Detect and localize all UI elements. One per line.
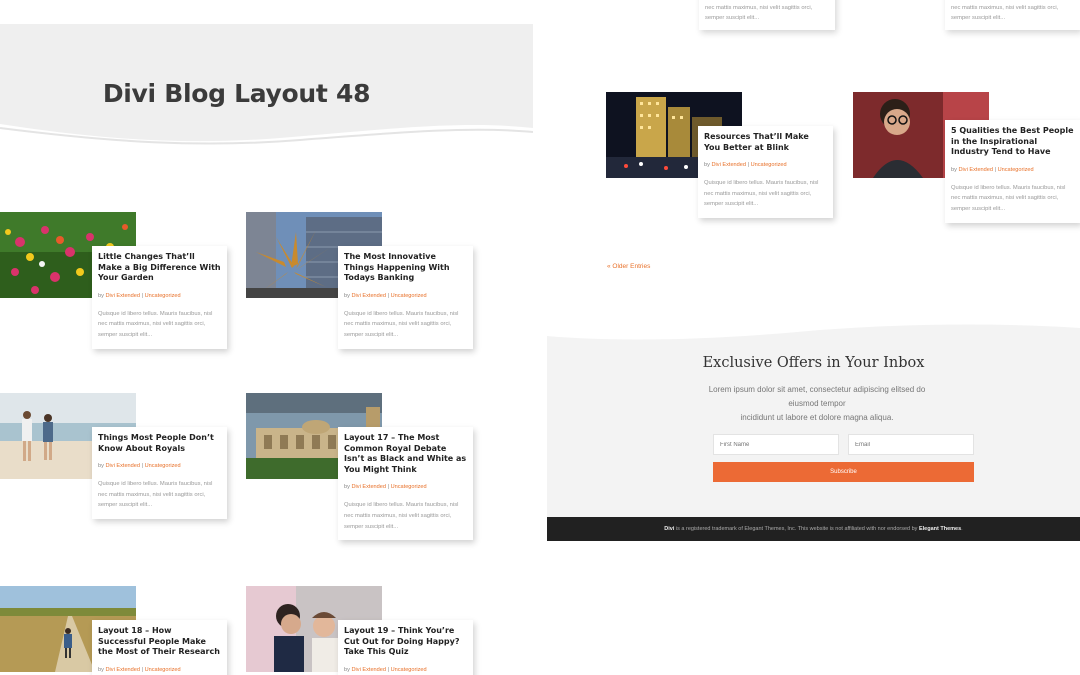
post-meta: by Divi Extended | Uncategorized	[344, 484, 427, 491]
post-category[interactable]: Uncategorized	[145, 463, 181, 469]
post-category[interactable]: Uncategorized	[998, 167, 1034, 173]
post-author[interactable]: Divi Extended	[351, 293, 386, 299]
post-excerpt: Quisque id libero tellus. Mauris faucibu…	[699, 0, 835, 30]
post-category[interactable]: Uncategorized	[391, 484, 427, 490]
post-meta: by Divi Extended | Uncategorized	[98, 666, 181, 673]
post-info-box: Layout 17 – The Most Common Royal Debate…	[338, 427, 473, 541]
post-category[interactable]: Uncategorized	[391, 293, 427, 299]
newsletter-title: Exclusive Offers in Your Inbox	[702, 355, 925, 371]
post-category[interactable]: Uncategorized	[145, 293, 181, 299]
post-title[interactable]: Resources That’ll Make You Better at Bli…	[704, 132, 827, 153]
post-author[interactable]: Divi Extended	[958, 167, 993, 173]
post-author[interactable]: Divi Extended	[105, 463, 140, 469]
subscribe-button[interactable]: Subscribe	[713, 462, 974, 482]
post-excerpt: Quisque id libero tellus. Mauris faucibu…	[344, 502, 459, 530]
post-meta: by Divi Extended | Uncategorized	[344, 292, 427, 299]
page-title: Divi Blog Layout 48	[102, 79, 371, 108]
post-title[interactable]: Layout 19 – Think You’re Cut Out for Doi…	[344, 626, 467, 658]
post-title[interactable]: The Most Innovative Things Happening Wit…	[344, 252, 467, 284]
hero-wave-divider	[0, 124, 533, 158]
post-info-box: Resources That’ll Make You Better at Bli…	[698, 126, 833, 218]
post-meta: by Divi Extended | Uncategorized	[344, 666, 427, 673]
newsletter-wave-divider	[547, 322, 1080, 340]
newsletter-description: Lorem ipsum dolor sit amet, consectetur …	[708, 385, 926, 422]
post-category[interactable]: Uncategorized	[145, 667, 181, 673]
post-author[interactable]: Divi Extended	[351, 667, 386, 673]
post-info-box: Layout 18 – How Successful People Make t…	[92, 620, 227, 675]
post-info-box: 5 Qualities the Best People in the Inspi…	[945, 120, 1080, 223]
post-author[interactable]: Divi Extended	[105, 667, 140, 673]
post-excerpt: Quisque id libero tellus. Mauris faucibu…	[704, 180, 819, 208]
post-meta: by Divi Extended | Uncategorized	[98, 292, 181, 299]
blog-page-bottom-preview: Quisque id libero tellus. Mauris faucibu…	[547, 0, 1080, 675]
post-info-box: The Most Innovative Things Happening Wit…	[338, 246, 473, 349]
post-excerpt: Quisque id libero tellus. Mauris faucibu…	[945, 0, 1080, 30]
footer-company-link[interactable]: Elegant Themes	[919, 526, 961, 532]
post-title[interactable]: Things Most People Don’t Know About Roya…	[98, 433, 221, 454]
post-excerpt: Quisque id libero tellus. Mauris faucibu…	[98, 310, 213, 338]
post-info-box: Little Changes That’ll Make a Big Differ…	[92, 246, 227, 349]
post-title[interactable]: Layout 18 – How Successful People Make t…	[98, 626, 221, 658]
post-title[interactable]: 5 Qualities the Best People in the Inspi…	[951, 126, 1074, 158]
post-author[interactable]: Divi Extended	[711, 162, 746, 168]
footer-brand: Divi	[664, 526, 675, 532]
post-category[interactable]: Uncategorized	[751, 162, 787, 168]
footer-text: is a registered trademark of Elegant The…	[674, 526, 919, 532]
post-meta: by Divi Extended | Uncategorized	[951, 166, 1034, 173]
post-info-box: Layout 19 – Think You’re Cut Out for Doi…	[338, 620, 473, 675]
first-name-field[interactable]	[713, 434, 839, 455]
older-entries-link[interactable]: « Older Entries	[607, 263, 650, 270]
post-meta: by Divi Extended | Uncategorized	[704, 162, 787, 169]
post-info-box: Things Most People Don’t Know About Roya…	[92, 427, 227, 519]
post-author[interactable]: Divi Extended	[105, 293, 140, 299]
post-excerpt: Quisque id libero tellus. Mauris faucibu…	[344, 310, 459, 338]
blog-layout-preview: Divi Blog Layout 48 Little Changes That’…	[0, 0, 533, 675]
post-category[interactable]: Uncategorized	[391, 667, 427, 673]
footer-bar: Divi is a registered trademark of Elegan…	[547, 517, 1080, 541]
post-author[interactable]: Divi Extended	[351, 484, 386, 490]
post-meta: by Divi Extended | Uncategorized	[98, 463, 181, 470]
post-excerpt: Quisque id libero tellus. Mauris faucibu…	[951, 184, 1066, 212]
post-title[interactable]: Layout 17 – The Most Common Royal Debate…	[344, 433, 467, 475]
post-excerpt: Quisque id libero tellus. Mauris faucibu…	[98, 481, 213, 509]
post-title[interactable]: Little Changes That’ll Make a Big Differ…	[98, 252, 221, 284]
email-field[interactable]	[848, 434, 974, 455]
